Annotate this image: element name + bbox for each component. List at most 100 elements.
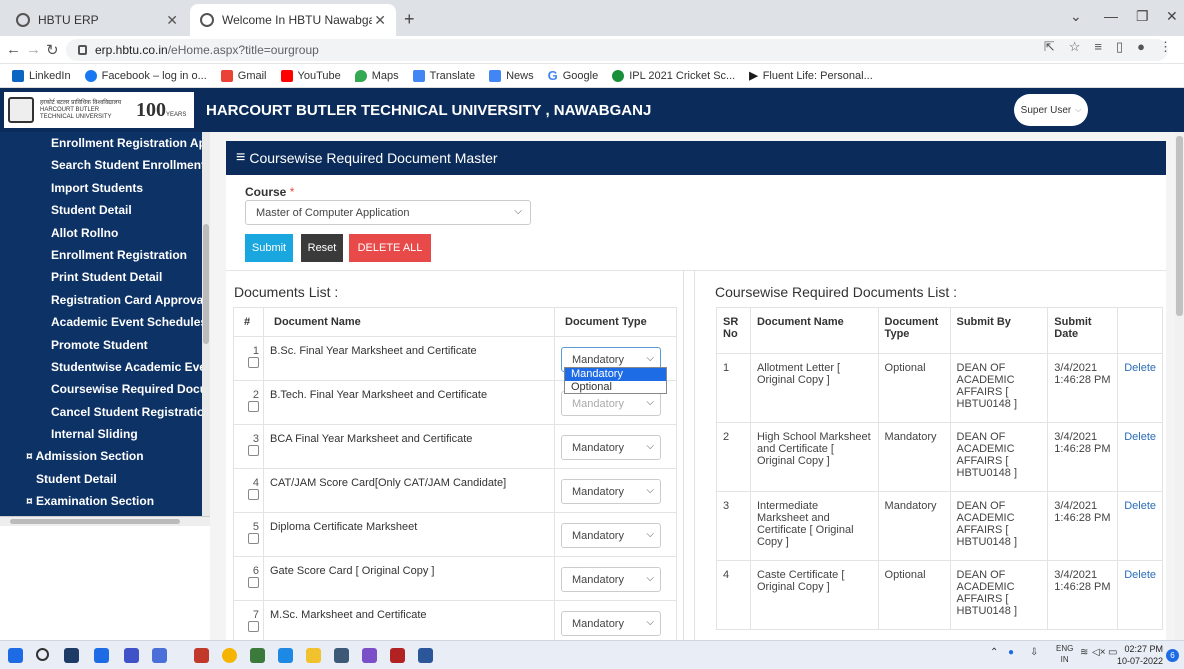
language-indicator[interactable]: ENG IN [1056,643,1073,665]
widgets-icon[interactable] [94,648,109,663]
task-view-icon[interactable] [64,648,79,663]
row-checkbox[interactable] [248,445,259,456]
document-type-select[interactable]: Mandatory ⌵ [561,479,661,504]
reload-icon[interactable]: ↻ [46,41,59,59]
sidebar-item[interactable]: Registration Card Approval [0,289,202,311]
start-icon[interactable] [8,648,23,663]
sidebar-item[interactable]: Internal Sliding [0,423,202,445]
sidebar-item[interactable]: Studentwise Academic Even [0,356,202,378]
sr-no-cell: 3 [716,491,751,561]
document-type-select[interactable]: Mandatory ⌵ [561,523,661,548]
sidebar-item[interactable]: Allot Rollno [0,222,202,244]
sidebar-scrollbar[interactable] [202,132,210,516]
bookmark-facebook[interactable]: Facebook – log in o... [84,69,207,82]
maximize-button[interactable]: ❐ [1136,8,1149,25]
forward-icon[interactable]: → [26,41,41,58]
university-logo[interactable]: हरकोर्ट बटलर प्राविधिक विश्वविद्यालय HAR… [4,92,194,128]
sidebar-item[interactable]: Enrollment Registration App [0,132,202,154]
bookmark-maps[interactable]: Maps [354,69,399,82]
dropdown-option-optional[interactable]: Optional [565,381,666,394]
filezilla-icon[interactable] [390,648,405,663]
row-checkbox[interactable] [248,533,259,544]
sidebar-item[interactable]: Cancel Student Registration [0,401,202,423]
close-icon[interactable]: ✕ [374,12,386,29]
minimize-button[interactable]: — [1104,8,1118,24]
file-explorer-icon[interactable] [306,648,321,663]
sidebar-item[interactable]: Academic Event Schedules [0,311,202,333]
star-icon[interactable]: ☆ [1069,39,1081,55]
user-menu-button[interactable]: Super User ⌵ [1014,94,1088,126]
wifi-icon[interactable]: ≋ [1080,647,1088,658]
sidebar-item[interactable]: Student Detail [0,199,202,221]
notification-center-badge[interactable]: 6 [1166,649,1179,662]
usb-icon[interactable]: ⇩ [1030,647,1038,658]
profile-icon[interactable]: ● [1137,39,1145,55]
course-select[interactable]: Master of Computer Application ⌵ [245,200,531,225]
row-checkbox[interactable] [248,621,259,632]
delete-link[interactable]: Delete [1124,431,1156,443]
delete-all-button[interactable]: DELETE ALL [349,234,431,262]
sidebar-item[interactable]: Coursewise Required Docun [0,378,202,400]
chrome-icon[interactable] [222,648,237,663]
media-icon[interactable] [194,648,209,663]
menu-icon[interactable]: ⋮ [1159,39,1172,55]
url-field[interactable]: erp.hbtu.co.in /eHome.aspx?title=ourgrou… [66,39,1168,61]
delete-link[interactable]: Delete [1124,500,1156,512]
dropdown-option-mandatory[interactable]: Mandatory [565,368,666,381]
tab-hbtu-erp[interactable]: HBTU ERP ✕ [6,4,188,36]
sidebar-item[interactable]: Search Student Enrollment I [0,154,202,176]
calculator-icon[interactable] [334,648,349,663]
row-checkbox[interactable] [248,577,259,588]
reading-list-icon[interactable]: ≡ [1094,39,1102,55]
app-icon[interactable] [250,648,265,663]
teams-icon[interactable] [124,648,139,663]
bookmark-ipl[interactable]: IPL 2021 Cricket Sc... [612,69,735,82]
delete-link[interactable]: Delete [1124,362,1156,374]
sidebar-horizontal-scrollbar[interactable] [0,516,210,526]
sidebar-item[interactable]: ¤ Examination Section [0,490,202,512]
bookmark-news[interactable]: News [489,69,534,82]
sidebar-item[interactable]: Print Student Detail [0,266,202,288]
document-type-select[interactable]: Mandatory ⌵ [561,567,661,592]
clock[interactable]: 02:27 PM 10-07-2022 [1117,643,1163,667]
bookmark-translate[interactable]: Translate [412,69,475,82]
visual-studio-icon[interactable] [362,648,377,663]
sidebar-item[interactable]: Student Detail [0,468,202,490]
document-type-select[interactable]: Mandatory ⌵ [561,435,661,460]
sidebar-icon[interactable]: ▯ [1116,39,1123,55]
chevron-up-icon[interactable]: ⌃ [990,647,998,658]
back-icon[interactable]: ← [6,41,21,58]
share-icon[interactable]: ⇱ [1044,39,1055,55]
edge-icon[interactable] [278,648,293,663]
search-icon[interactable] [36,648,49,661]
submit-button[interactable]: Submit [245,234,293,262]
reset-button[interactable]: Reset [301,234,343,262]
new-tab-button[interactable]: + [404,9,415,30]
page-scrollbar[interactable] [1175,132,1184,640]
bookmark-google[interactable]: G Google [548,68,599,83]
row-checkbox[interactable] [248,489,259,500]
bookmark-fluent-life[interactable]: ▶ Fluent Life: Personal... [749,69,873,83]
tab-welcome[interactable]: Welcome In HBTU Nawabganj Co ✕ [190,4,396,36]
document-type-select[interactable]: Mandatory ⌵ [561,611,661,636]
row-checkbox[interactable] [248,401,259,412]
bookmark-gmail[interactable]: Gmail [220,69,267,82]
close-icon[interactable]: ✕ [166,12,178,29]
table-row: 7 M.Sc. Marksheet and Certificate Mandator… [233,600,677,640]
chat-icon[interactable] [152,648,167,663]
sidebar-item[interactable]: Enrollment Registration [0,244,202,266]
sidebar-item[interactable]: Import Students [0,177,202,199]
bookmark-youtube[interactable]: YouTube [280,69,341,82]
document-type-select[interactable]: Mandatory ⌵ [561,391,661,416]
bookmark-linkedin[interactable]: LinkedIn [12,69,71,82]
sidebar-item[interactable]: ¤ Admission Section [0,445,202,467]
close-window-button[interactable]: ✕ [1166,8,1178,25]
security-icon[interactable]: ● [1008,647,1014,658]
tab-search-icon[interactable]: ⌄ [1070,8,1082,25]
row-checkbox[interactable] [248,357,259,368]
delete-link[interactable]: Delete [1124,569,1156,581]
document-type-dropdown[interactable]: Mandatory Optional [564,367,667,394]
volume-icon[interactable]: ◁× [1092,647,1106,658]
sidebar-item[interactable]: Promote Student [0,334,202,356]
word-icon[interactable] [418,648,433,663]
